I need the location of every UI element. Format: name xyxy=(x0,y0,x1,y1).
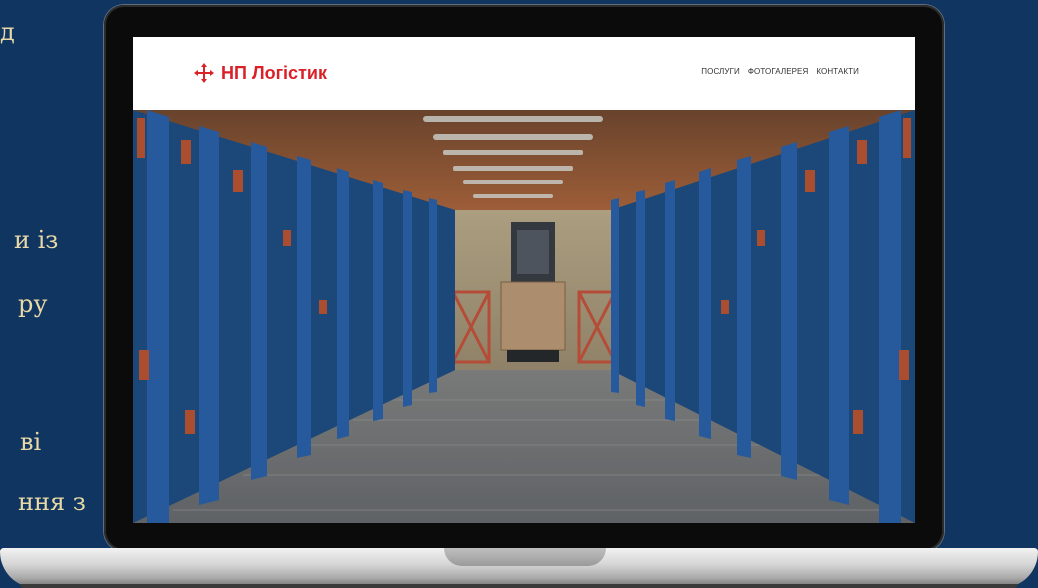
slide-text-line: ру xyxy=(18,290,48,318)
nav-item-services[interactable]: ПОСЛУГИ xyxy=(701,67,740,76)
hero-warehouse-image xyxy=(133,110,915,523)
np-logo-icon xyxy=(194,63,214,83)
nav-item-gallery[interactable]: ФОТОГАЛЕРЕЯ xyxy=(748,67,809,76)
slide-text-line: д xyxy=(0,18,15,46)
laptop-notch xyxy=(444,548,606,566)
slide-text-column: д и із ру ві ння з xyxy=(0,0,100,588)
site-header: НП Логістик ПОСЛУГИ ФОТОГАЛЕРЕЯ КОНТАКТИ xyxy=(133,37,915,111)
laptop-base-shadow xyxy=(20,584,1018,588)
warehouse-illustration xyxy=(133,110,915,523)
main-nav: ПОСЛУГИ ФОТОГАЛЕРЕЯ КОНТАКТИ xyxy=(701,67,859,76)
slide-text-line: ння з xyxy=(18,488,86,516)
laptop-screen: НП Логістик ПОСЛУГИ ФОТОГАЛЕРЕЯ КОНТАКТИ xyxy=(133,37,915,523)
logo-text: НП Логістик xyxy=(221,62,327,83)
nav-item-contacts[interactable]: КОНТАКТИ xyxy=(816,67,859,76)
slide-text-line: ві xyxy=(20,428,42,456)
site-logo[interactable]: НП Логістик xyxy=(193,60,327,86)
slide-text-line: и із xyxy=(14,226,59,254)
